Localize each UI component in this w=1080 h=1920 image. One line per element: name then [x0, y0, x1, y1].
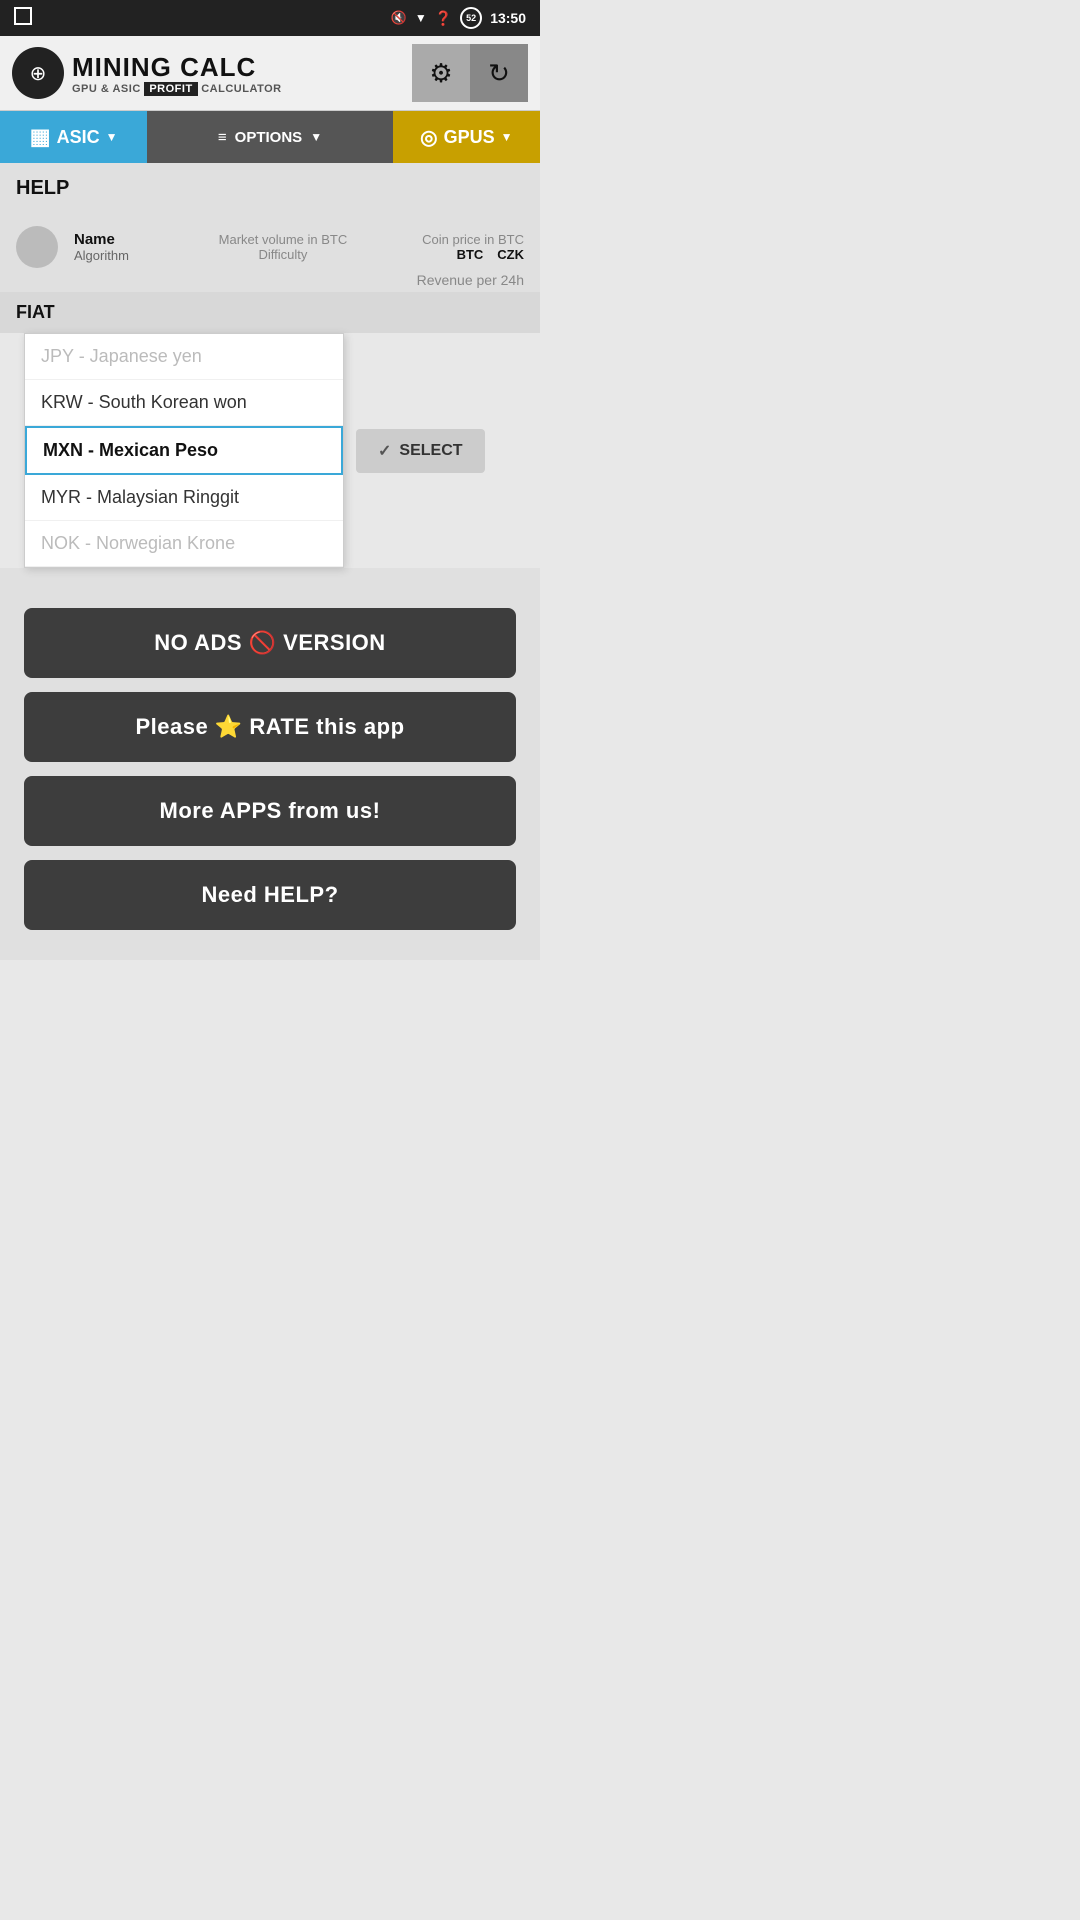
currency-dropdown[interactable]: JPY - Japanese yenKRW - South Korean won…: [24, 333, 344, 568]
fiat-title: FIAT: [16, 302, 55, 322]
check-icon: ✓: [378, 441, 391, 461]
dropdown-item-krw[interactable]: KRW - South Korean won: [25, 380, 343, 426]
refresh-button[interactable]: ↻: [470, 44, 528, 102]
coin-avatar-placeholder: [16, 226, 58, 268]
th-market: Market volume in BTC Difficulty: [203, 232, 364, 262]
asic-dropdown-arrow: ▼: [106, 130, 118, 144]
fiat-dropdown-row: JPY - Japanese yenKRW - South Korean won…: [0, 333, 540, 568]
question-icon: ❓: [435, 10, 452, 27]
dropdown-item-nok[interactable]: NOK - Norwegian Krone: [25, 521, 343, 567]
app-logo-icon: ⊕: [12, 47, 64, 99]
table-header: Name Algorithm Market volume in BTC Diff…: [0, 222, 540, 268]
th-market-sub: Difficulty: [203, 247, 364, 262]
nav-options[interactable]: ≡ OPTIONS ▼: [147, 111, 392, 163]
nav-asic-label: ASIC: [57, 127, 100, 148]
th-name-sub: Algorithm: [74, 248, 203, 263]
no-ads-button[interactable]: NO ADS 🚫 VERSION: [24, 608, 516, 678]
logo-text: MINING CALC GPU & ASIC PROFIT CALCULATOR: [72, 52, 282, 95]
th-market-main: Market volume in BTC: [203, 232, 364, 247]
th-coin-czk: CZK: [497, 247, 524, 262]
logo-area: ⊕ MINING CALC GPU & ASIC PROFIT CALCULAT…: [12, 47, 282, 99]
help-title: HELP: [16, 177, 524, 200]
chip-icon: ▦: [30, 124, 51, 150]
th-name-main: Name: [74, 231, 203, 248]
gpus-dropdown-arrow: ▼: [501, 130, 513, 144]
gpu-icon: ◎: [420, 125, 437, 150]
app-subtitle: GPU & ASIC PROFIT CALCULATOR: [72, 83, 282, 95]
dropdown-item-myr[interactable]: MYR - Malaysian Ringgit: [25, 475, 343, 521]
select-button[interactable]: ✓ SELECT: [356, 429, 485, 473]
options-dropdown-arrow: ▼: [310, 130, 322, 144]
revenue-label: Revenue per 24h: [417, 272, 524, 288]
help-section: HELP: [0, 163, 540, 222]
app-title: MINING CALC: [72, 52, 282, 83]
mute-icon: 🔇: [391, 10, 407, 26]
battery-indicator: 52: [460, 7, 482, 29]
th-coin-sub: BTC CZK: [363, 247, 524, 262]
nav-asic[interactable]: ▦ ASIC ▼: [0, 111, 147, 163]
status-bar: 🔇 ▼ ❓ 52 13:50: [0, 0, 540, 36]
fiat-section: FIAT: [0, 292, 540, 333]
options-icon: ≡: [218, 129, 227, 146]
nav-bar: ▦ ASIC ▼ ≡ OPTIONS ▼ ◎ GPUS ▼: [0, 111, 540, 163]
status-bar-left: [14, 7, 32, 30]
square-icon: [14, 7, 32, 25]
th-coin-main: Coin price in BTC: [363, 232, 524, 247]
more-apps-button[interactable]: More APPS from us!: [24, 776, 516, 846]
clock: 13:50: [490, 10, 526, 26]
dropdown-item-mxn[interactable]: MXN - Mexican Peso: [25, 426, 343, 475]
nav-options-label: OPTIONS: [235, 129, 303, 146]
profit-badge: PROFIT: [144, 82, 197, 96]
th-coin: Coin price in BTC BTC CZK: [363, 232, 524, 262]
th-name: Name Algorithm: [74, 231, 203, 263]
app-header: ⊕ MINING CALC GPU & ASIC PROFIT CALCULAT…: [0, 36, 540, 111]
rate-button[interactable]: Please ⭐ RATE this app: [24, 692, 516, 762]
th-coin-btc: BTC: [457, 247, 484, 262]
status-bar-right: 🔇 ▼ ❓ 52 13:50: [391, 7, 526, 29]
help-button[interactable]: Need HELP?: [24, 860, 516, 930]
dropdown-item-jpy[interactable]: JPY - Japanese yen: [25, 334, 343, 380]
header-buttons: ⚙ ↻: [412, 44, 528, 102]
revenue-row: Revenue per 24h: [0, 268, 540, 292]
settings-button[interactable]: ⚙: [412, 44, 470, 102]
bottom-area: NO ADS 🚫 VERSION Please ⭐ RATE this app Mo…: [0, 568, 540, 960]
wifi-icon: ▼: [415, 11, 427, 25]
select-label: SELECT: [399, 442, 462, 460]
nav-gpus[interactable]: ◎ GPUS ▼: [393, 111, 540, 163]
nav-gpus-label: GPUS: [444, 127, 495, 148]
